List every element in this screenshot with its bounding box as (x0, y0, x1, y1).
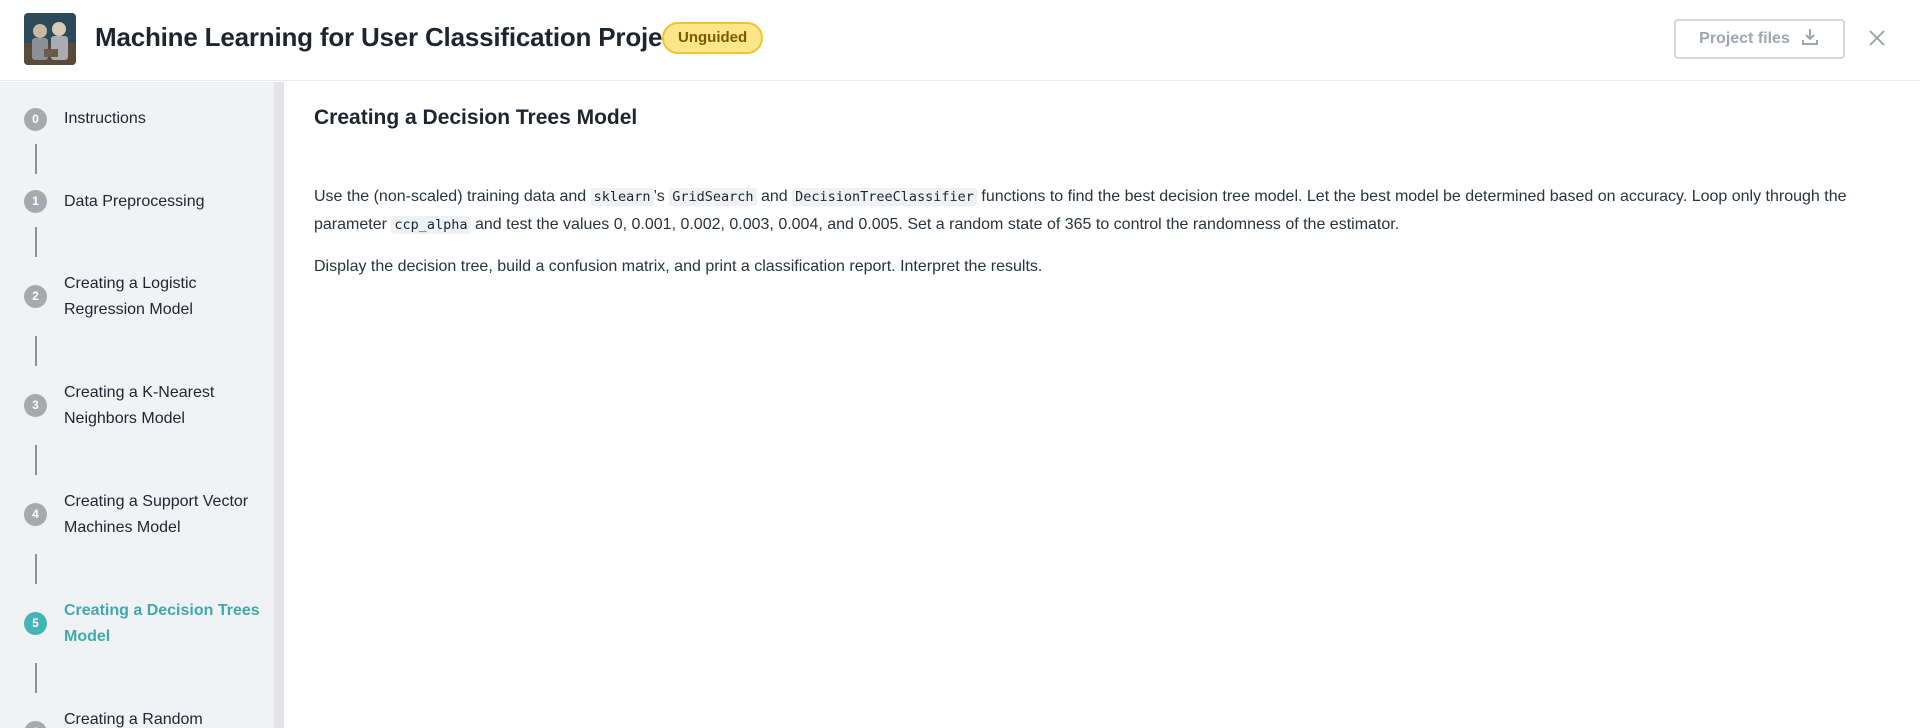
step-connector (35, 445, 37, 475)
step-label: Creating a Support Vector Machines Model (64, 493, 249, 536)
unguided-badge: Unguided (662, 22, 764, 54)
code-gridsearch: GridSearch (669, 188, 757, 206)
step-label: Creating a Logistic Regression Model (64, 275, 197, 318)
text: Use the (non-scaled) training data and (314, 188, 591, 205)
step-connector (35, 227, 37, 257)
project-header: Machine Learning for User Classification… (0, 0, 1920, 81)
code-decisiontreeclassifier: DecisionTreeClassifier (792, 188, 977, 206)
step-connector (35, 336, 37, 366)
instructions-paragraph: Use the (non-scaled) training data and s… (314, 183, 1904, 239)
step-number: 6 (24, 721, 47, 728)
download-icon (1800, 27, 1820, 52)
text: and test the values 0, 0.001, 0.002, 0.0… (470, 216, 1400, 233)
step-connector (35, 663, 37, 693)
step-content: Creating a Decision Trees Model Use the … (284, 82, 1920, 728)
step-number: 4 (24, 503, 47, 526)
step-number: 0 (24, 108, 47, 131)
page-title: Machine Learning for User Classification… (95, 22, 685, 52)
step-number: 5 (24, 612, 47, 635)
step-connector (35, 554, 37, 584)
step-label: Creating a Random (64, 711, 203, 728)
project-thumbnail (24, 13, 76, 65)
project-files-label: Project files (1699, 30, 1790, 47)
text: ’s (653, 188, 670, 205)
step-label: Creating a K-Nearest Neighbors Model (64, 384, 215, 427)
step-label: Data Preprocessing (64, 193, 205, 210)
text: and (756, 188, 793, 205)
project-files-button[interactable]: Project files (1674, 19, 1845, 59)
step-number: 3 (24, 394, 47, 417)
step-label: Creating a Decision Trees Model (64, 602, 260, 645)
code-ccp-alpha: ccp_alpha (391, 216, 471, 234)
step-connector (35, 144, 37, 174)
instructions-paragraph-2: Display the decision tree, build a confu… (314, 258, 1043, 275)
step-label: Instructions (64, 110, 146, 127)
sidebar-scrollbar[interactable] (274, 82, 284, 728)
step-number: 2 (24, 285, 47, 308)
page-gutter (1920, 0, 1928, 728)
step-number: 1 (24, 190, 47, 213)
code-sklearn: sklearn (590, 188, 654, 206)
steps-sidebar: 0 Instructions 1 Data Preprocessing 2 Cr… (0, 82, 274, 728)
close-icon[interactable] (1864, 25, 1890, 51)
step-heading: Creating a Decision Trees Model (314, 106, 638, 129)
